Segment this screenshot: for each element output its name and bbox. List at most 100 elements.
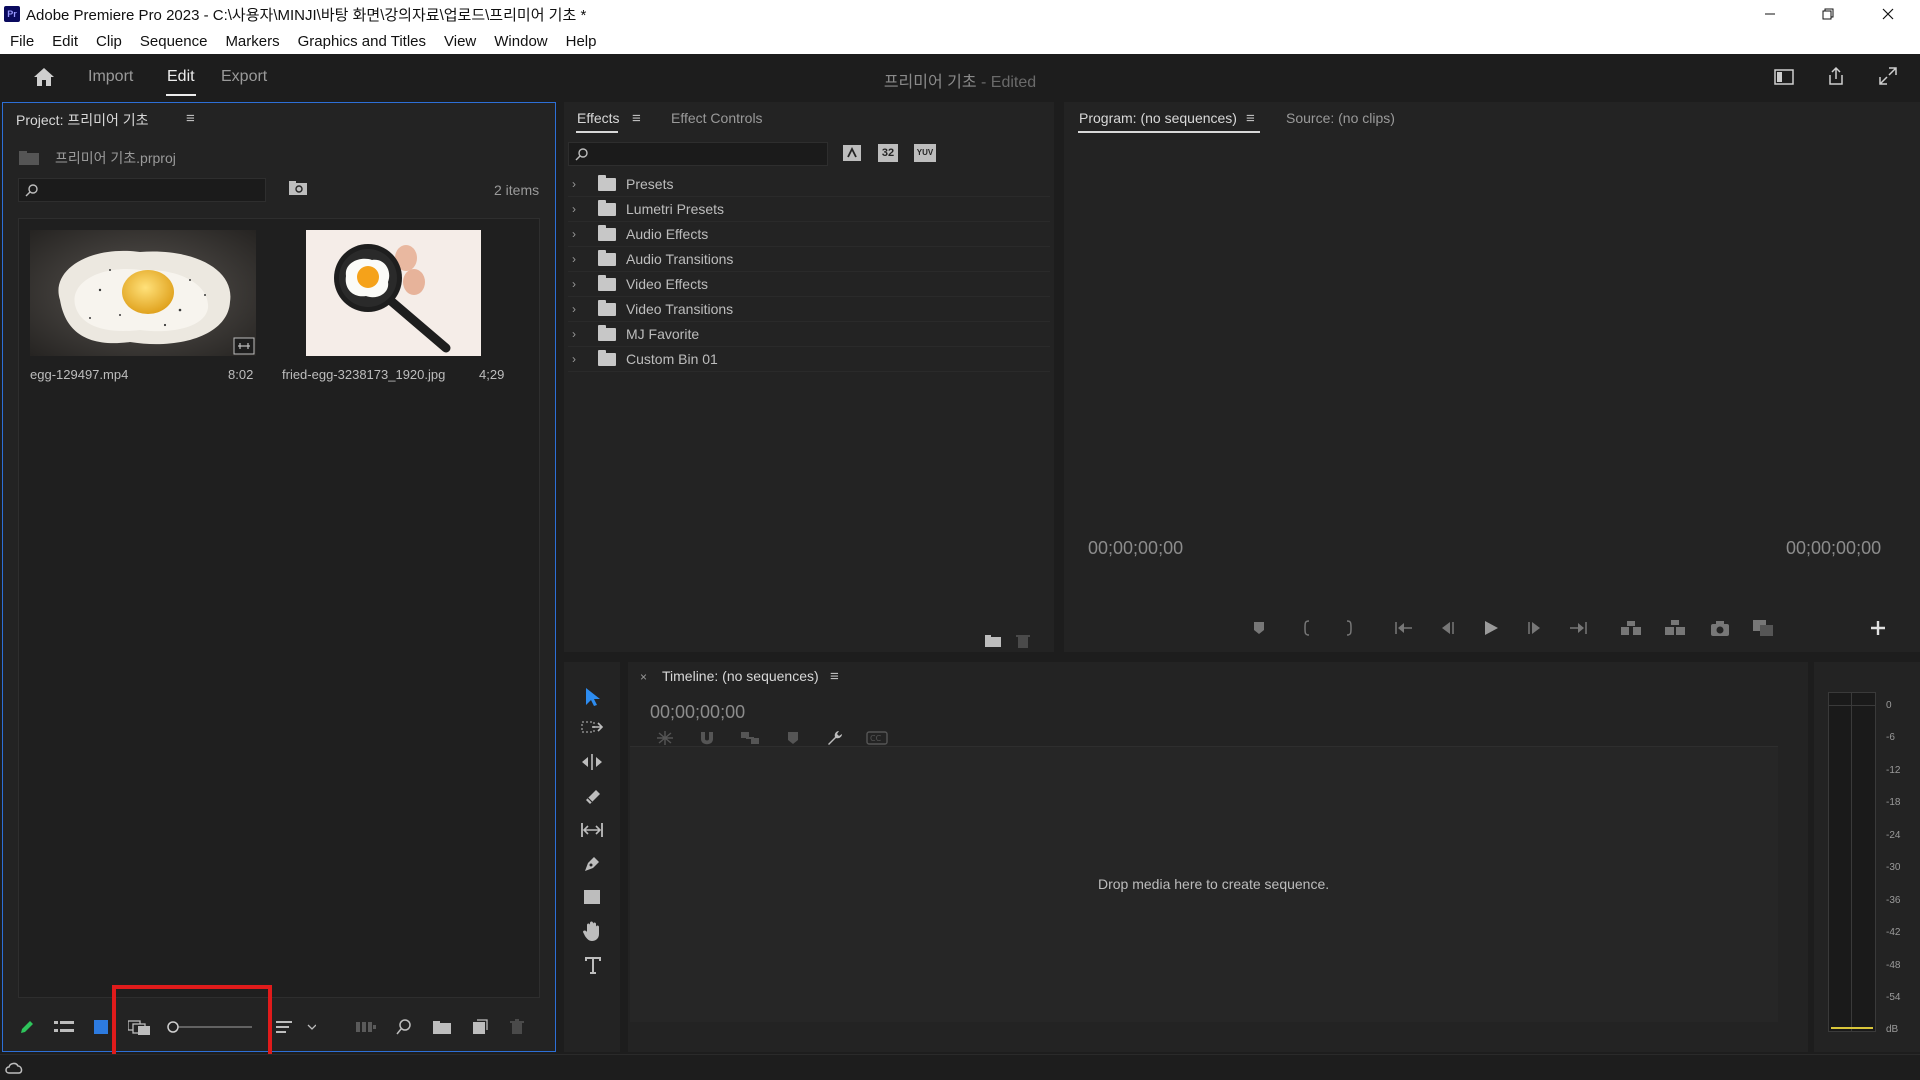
tab-effects[interactable]: Effects — [577, 110, 620, 126]
insert-as-nest-button[interactable] — [656, 730, 674, 746]
tree-item-video-effects[interactable]: › Video Effects — [568, 272, 1050, 297]
tab-source[interactable]: Source: (no clips) — [1286, 110, 1395, 126]
go-to-in-button[interactable] — [1394, 620, 1414, 636]
workspace-layout-button[interactable] — [1774, 68, 1794, 86]
pen-tool[interactable] — [582, 854, 602, 874]
extract-icon — [1665, 620, 1685, 635]
share-button[interactable] — [1826, 66, 1846, 86]
tree-item-presets[interactable]: › Presets — [568, 172, 1050, 197]
wrench-icon — [828, 731, 842, 745]
rectangle-tool[interactable] — [582, 888, 602, 906]
automate-to-sequence-button[interactable] — [356, 1021, 376, 1033]
go-to-out-button[interactable] — [1568, 620, 1588, 636]
type-tool[interactable] — [583, 954, 603, 976]
delete-custom-item-button[interactable] — [1016, 633, 1030, 649]
list-view-button[interactable] — [54, 1020, 74, 1034]
timeline-panel-menu-icon[interactable]: ≡ — [830, 668, 839, 685]
sort-icon — [276, 1021, 316, 1033]
accelerated-effects-button[interactable] — [842, 144, 862, 162]
extract-button[interactable] — [1664, 619, 1686, 637]
workspace-header: Import Edit Export 프리미어 기초 - Edited — [0, 54, 1920, 100]
ripple-edit-tool[interactable] — [580, 752, 604, 772]
new-custom-bin-button[interactable] — [984, 634, 1002, 648]
add-marker-button[interactable] — [1252, 620, 1266, 636]
trash-icon — [1016, 635, 1030, 648]
yuv-effects-button[interactable]: YUV — [914, 144, 936, 162]
icon-view-button[interactable] — [94, 1020, 108, 1034]
captions-button[interactable]: CC — [866, 731, 888, 745]
clip-thumbnail-egg-video[interactable] — [30, 230, 256, 356]
snap-button[interactable] — [699, 730, 715, 746]
play-icon — [1485, 621, 1498, 635]
creative-cloud-status-button[interactable] — [4, 1060, 24, 1076]
close-window-button[interactable] — [1862, 0, 1914, 28]
close-timeline-icon[interactable]: × — [640, 670, 647, 684]
lift-icon — [1621, 621, 1641, 635]
comparison-view-button[interactable] — [1752, 619, 1774, 637]
meter-scale-42: -42 — [1886, 927, 1901, 938]
clear-button[interactable] — [510, 1019, 524, 1035]
project-panel-title[interactable]: Project: 프리미어 기초 — [16, 110, 149, 130]
menu-file[interactable]: File — [10, 33, 34, 50]
razor-tool[interactable] — [582, 786, 602, 806]
step-forward-button[interactable] — [1526, 620, 1544, 636]
tree-item-lumetri-presets[interactable]: › Lumetri Presets — [568, 197, 1050, 222]
menu-window[interactable]: Window — [494, 33, 547, 50]
step-back-button[interactable] — [1438, 620, 1456, 636]
menu-markers[interactable]: Markers — [225, 33, 279, 50]
menu-sequence[interactable]: Sequence — [140, 33, 208, 50]
menu-graphics-and-titles[interactable]: Graphics and Titles — [298, 33, 426, 50]
timeline-settings-button[interactable] — [826, 729, 844, 747]
32-bit-effects-button[interactable]: 32 — [878, 144, 898, 162]
tree-item-video-transitions[interactable]: › Video Transitions — [568, 297, 1050, 322]
export-frame-button[interactable] — [1710, 619, 1730, 637]
minimize-button[interactable] — [1744, 0, 1796, 28]
linked-selection-button[interactable] — [740, 730, 760, 746]
mark-out-button[interactable] — [1344, 620, 1354, 636]
write-protect-button[interactable] — [18, 1018, 36, 1036]
button-editor-button[interactable] — [1870, 620, 1886, 636]
tab-program[interactable]: Program: (no sequences) — [1079, 110, 1237, 126]
menu-clip[interactable]: Clip — [96, 33, 122, 50]
add-marker-timeline-button[interactable] — [786, 730, 800, 746]
sort-icons-button[interactable] — [276, 1019, 316, 1035]
project-search-input[interactable] — [18, 178, 266, 202]
selection-tool[interactable] — [582, 686, 602, 708]
clip-duration: 8:02 — [228, 367, 254, 382]
svg-text:CC: CC — [870, 734, 882, 743]
program-duration-timecode: 00;00;00;00 — [1786, 538, 1882, 558]
project-panel-menu-icon[interactable]: ≡ — [186, 110, 195, 127]
tree-item-audio-transitions[interactable]: › Audio Transitions — [568, 247, 1050, 272]
timeline-panel-title[interactable]: Timeline: (no sequences) — [662, 668, 819, 684]
effects-panel-menu-icon[interactable]: ≡ — [632, 110, 641, 127]
play-button[interactable] — [1482, 619, 1500, 637]
hand-tool[interactable] — [582, 920, 602, 942]
mark-in-button[interactable] — [1302, 620, 1312, 636]
new-item-button[interactable] — [472, 1019, 488, 1035]
pencil-icon — [21, 1021, 33, 1033]
find-button[interactable] — [396, 1019, 412, 1035]
tree-item-mj-favorite[interactable]: › MJ Favorite — [568, 322, 1050, 347]
timeline-playhead-timecode[interactable]: 00;00;00;00 — [650, 702, 745, 723]
new-bin-button[interactable] — [432, 1020, 452, 1035]
tree-item-custom-bin-01[interactable]: › Custom Bin 01 — [568, 347, 1050, 372]
tab-effect-controls[interactable]: Effect Controls — [671, 110, 763, 126]
program-panel-menu-icon[interactable]: ≡ — [1246, 110, 1255, 127]
clip-thumbnail-fried-egg-image[interactable] — [306, 230, 481, 356]
menu-view[interactable]: View — [444, 33, 476, 50]
mark-in-icon — [1304, 620, 1310, 636]
effects-search-input[interactable] — [568, 142, 828, 166]
tree-item-label: Audio Effects — [626, 226, 709, 242]
menu-edit[interactable]: Edit — [52, 33, 78, 50]
track-select-tool[interactable] — [580, 718, 604, 738]
menu-help[interactable]: Help — [566, 33, 597, 50]
fullscreen-button[interactable] — [1878, 66, 1898, 86]
meter-scale-12: -12 — [1886, 765, 1901, 776]
marker-icon — [1254, 622, 1264, 634]
lift-button[interactable] — [1620, 619, 1642, 637]
slip-tool[interactable] — [580, 820, 604, 840]
restore-button[interactable] — [1802, 0, 1854, 28]
tree-item-audio-effects[interactable]: › Audio Effects — [568, 222, 1050, 247]
new-search-bin-button[interactable] — [288, 180, 308, 196]
program-playhead-timecode[interactable]: 00;00;00;00 — [1088, 538, 1183, 559]
